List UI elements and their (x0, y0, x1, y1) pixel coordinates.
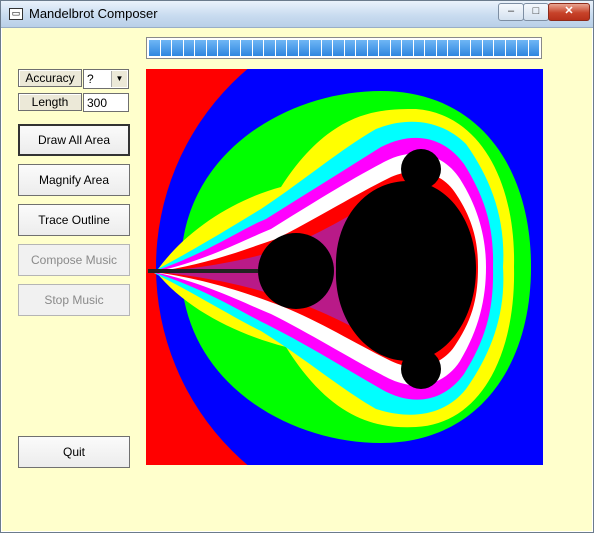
maximize-button[interactable]: □ (523, 3, 549, 21)
progress-segment (482, 40, 493, 56)
progress-segment (528, 40, 539, 56)
accuracy-label: Accuracy (18, 69, 82, 87)
progress-segment (206, 40, 217, 56)
length-input[interactable]: 300 (83, 93, 129, 112)
progress-segment (275, 40, 286, 56)
progress-segment (264, 40, 275, 56)
progress-segment (344, 40, 355, 56)
app-icon: ▭ (9, 8, 23, 20)
progress-bar (146, 37, 542, 59)
progress-segment (459, 40, 470, 56)
progress-segment (321, 40, 332, 56)
bottom-bulb (401, 349, 441, 389)
progress-segment (172, 40, 183, 56)
main-cardioid (335, 181, 476, 361)
chevron-down-icon[interactable]: ▼ (111, 71, 127, 87)
progress-segment (333, 40, 344, 56)
progress-segment (390, 40, 401, 56)
progress-segment (252, 40, 263, 56)
stop-music-button[interactable]: Stop Music (18, 284, 130, 316)
progress-segment (160, 40, 171, 56)
progress-segment (183, 40, 194, 56)
progress-segment (310, 40, 321, 56)
progress-segment (298, 40, 309, 56)
progress-segment (379, 40, 390, 56)
quit-button[interactable]: Quit (18, 436, 130, 468)
progress-segment (356, 40, 367, 56)
progress-segment (413, 40, 424, 56)
app-window: ▭ Mandelbrot Composer – □ ✕ Accuracy ? ▼… (0, 0, 594, 533)
trace-outline-button[interactable]: Trace Outline (18, 204, 130, 236)
window-title: Mandelbrot Composer (29, 6, 158, 21)
progress-segment (436, 40, 447, 56)
mandelbrot-canvas[interactable] (146, 69, 543, 465)
top-bulb (401, 149, 441, 189)
progress-segment (505, 40, 516, 56)
progress-segment (517, 40, 528, 56)
progress-segment (448, 40, 459, 56)
progress-segment (195, 40, 206, 56)
title-bar[interactable]: ▭ Mandelbrot Composer – □ ✕ (1, 1, 593, 28)
compose-music-button[interactable]: Compose Music (18, 244, 130, 276)
real-axis-spike (148, 269, 258, 273)
progress-segment (287, 40, 298, 56)
minimize-button[interactable]: – (498, 3, 524, 21)
progress-segment (229, 40, 240, 56)
period-two-bulb (258, 233, 334, 309)
length-label: Length (18, 93, 82, 111)
progress-segment (218, 40, 229, 56)
progress-segment (471, 40, 482, 56)
progress-segment (241, 40, 252, 56)
progress-segment (425, 40, 436, 56)
accuracy-value: ? (87, 72, 94, 86)
progress-segment (149, 40, 160, 56)
progress-segment (494, 40, 505, 56)
progress-segment (402, 40, 413, 56)
accuracy-select[interactable]: ? ▼ (83, 69, 129, 89)
client-area: Accuracy ? ▼ Length 300 Draw All Area Ma… (5, 28, 589, 528)
magnify-area-button[interactable]: Magnify Area (18, 164, 130, 196)
draw-all-area-button[interactable]: Draw All Area (18, 124, 130, 156)
progress-segment (367, 40, 378, 56)
close-button[interactable]: ✕ (548, 3, 590, 21)
